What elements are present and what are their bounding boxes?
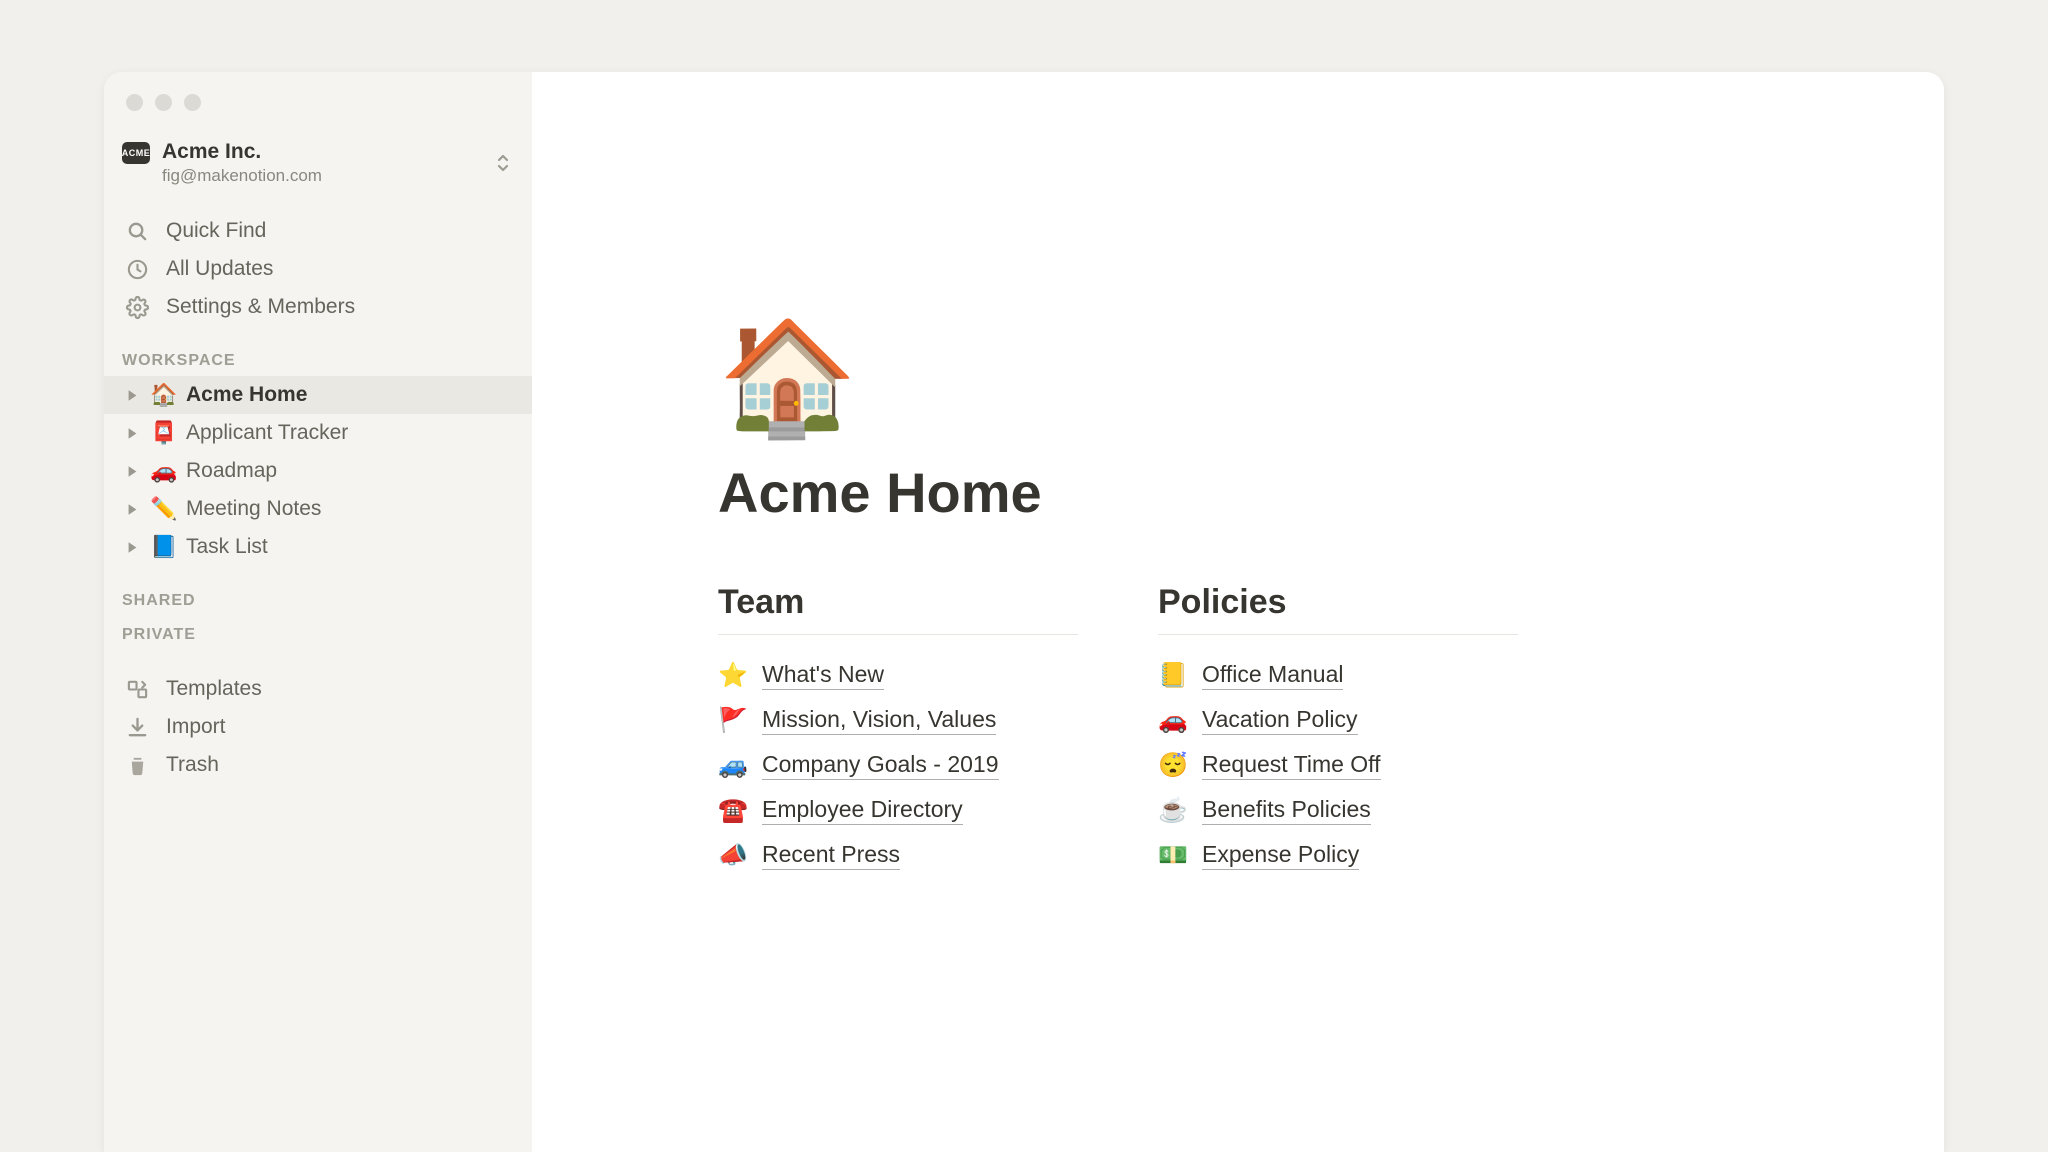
link-emoji-icon: ⭐ [718,661,748,690]
templates-button[interactable]: Templates [104,670,532,708]
link-text: Recent Press [762,841,900,870]
content-column: Policies 📒 Office Manual 🚗 Vacation Policy 😴 R… [1158,583,1518,878]
workspace-name: Acme Inc. [162,139,484,165]
sidebar-page-item[interactable]: 📮 Applicant Tracker [104,414,532,452]
link-emoji-icon: 🚗 [1158,706,1188,735]
page-emoji-icon: 🏠 [150,382,178,408]
page-label: Roadmap [186,459,277,483]
close-icon[interactable] [126,94,143,111]
all-updates-button[interactable]: All Updates [104,250,532,288]
link-emoji-icon: ☎️ [718,796,748,825]
page-link[interactable]: ☎️ Employee Directory [718,788,1078,833]
column-title: Policies [1158,583,1518,635]
quick-find-button[interactable]: Quick Find [104,212,532,250]
sidebar-page-item[interactable]: 🏠 Acme Home [104,376,532,414]
sidebar-page-item[interactable]: ✏️ Meeting Notes [104,490,532,528]
chevron-right-icon[interactable] [122,541,142,554]
page-link[interactable]: ☕ Benefits Policies [1158,788,1518,833]
section-private: PRIVATE [104,616,532,650]
chevron-right-icon[interactable] [122,389,142,402]
minimize-icon[interactable] [155,94,172,111]
link-text: Request Time Off [1202,751,1381,780]
page-label: Acme Home [186,383,307,407]
page-link[interactable]: 💵 Expense Policy [1158,833,1518,878]
page-link[interactable]: 😴 Request Time Off [1158,743,1518,788]
link-emoji-icon: ☕ [1158,796,1188,825]
sidebar-page-item[interactable]: 🚗 Roadmap [104,452,532,490]
link-emoji-icon: 🚩 [718,706,748,735]
chevron-right-icon[interactable] [122,465,142,478]
import-button[interactable]: Import [104,708,532,746]
window-controls [104,82,532,135]
page-link[interactable]: 📒 Office Manual [1158,653,1518,698]
chevron-up-down-icon [496,154,514,172]
content-column: Team ⭐ What's New 🚩 Mission, Vision, Values 🚙… [718,583,1078,878]
nav-label: Quick Find [166,219,266,243]
sidebar-nav: Quick Find All Updates Settings & Member… [104,212,532,326]
chevron-right-icon[interactable] [122,427,142,440]
page-link[interactable]: ⭐ What's New [718,653,1078,698]
page-link[interactable]: 🚩 Mission, Vision, Values [718,698,1078,743]
column-title: Team [718,583,1078,635]
page-link[interactable]: 🚙 Company Goals - 2019 [718,743,1078,788]
trash-icon [124,754,150,777]
link-text: Company Goals - 2019 [762,751,999,780]
maximize-icon[interactable] [184,94,201,111]
link-emoji-icon: 📒 [1158,661,1188,690]
gear-icon [124,296,150,319]
page-emoji-icon: 🚗 [150,458,178,484]
nav-label: All Updates [166,257,273,281]
page-emoji-icon: 📮 [150,420,178,446]
link-emoji-icon: 📣 [718,841,748,870]
page-emoji-icon: 📘 [150,534,178,560]
page-tree: 🏠 Acme Home 📮 Applicant Tracker 🚗 Roadmap ✏️ Me… [104,376,532,566]
templates-icon [124,678,150,701]
workspace-badge: ACME [122,142,150,164]
page-title[interactable]: Acme Home [718,460,1864,525]
page-label: Applicant Tracker [186,421,348,445]
page-label: Meeting Notes [186,497,321,521]
link-text: What's New [762,661,884,690]
trash-button[interactable]: Trash [104,746,532,784]
page-icon[interactable]: 🏠 [718,322,1864,434]
sidebar-bottom-nav: Templates Import Trash [104,670,532,784]
link-text: Employee Directory [762,796,963,825]
nav-label: Templates [166,677,262,701]
link-emoji-icon: 🚙 [718,751,748,780]
link-text: Benefits Policies [1202,796,1371,825]
nav-label: Settings & Members [166,295,355,319]
settings-button[interactable]: Settings & Members [104,288,532,326]
page-link[interactable]: 🚗 Vacation Policy [1158,698,1518,743]
page-label: Task List [186,535,268,559]
chevron-right-icon[interactable] [122,503,142,516]
app-window: ACME Acme Inc. fig@makenotion.com Quick … [104,72,1944,1152]
workspace-switcher[interactable]: ACME Acme Inc. fig@makenotion.com [104,135,532,192]
link-text: Office Manual [1202,661,1343,690]
link-emoji-icon: 😴 [1158,751,1188,780]
nav-label: Import [166,715,226,739]
sidebar: ACME Acme Inc. fig@makenotion.com Quick … [104,72,532,1152]
section-shared: SHARED [104,566,532,616]
link-text: Vacation Policy [1202,706,1358,735]
section-workspace: WORKSPACE [104,326,532,376]
sidebar-page-item[interactable]: 📘 Task List [104,528,532,566]
workspace-email: fig@makenotion.com [162,166,484,186]
link-emoji-icon: 💵 [1158,841,1188,870]
page-link[interactable]: 📣 Recent Press [718,833,1078,878]
content-area: 🏠 Acme Home Team ⭐ What's New 🚩 Mission, Vis… [532,72,1944,1152]
download-icon [124,716,150,739]
search-icon [124,220,150,243]
page-emoji-icon: ✏️ [150,496,178,522]
link-text: Mission, Vision, Values [762,706,996,735]
content-columns: Team ⭐ What's New 🚩 Mission, Vision, Values 🚙… [718,583,1864,878]
nav-label: Trash [166,753,219,777]
clock-icon [124,258,150,281]
link-text: Expense Policy [1202,841,1359,870]
